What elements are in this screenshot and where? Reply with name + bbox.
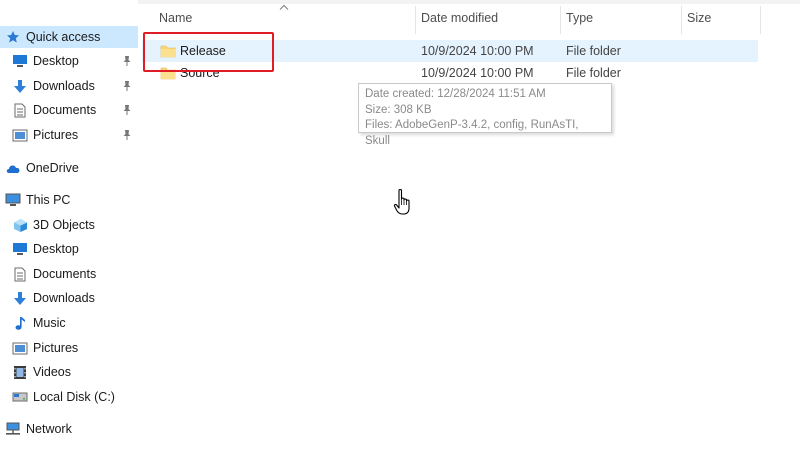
local-disk-icon <box>12 389 28 405</box>
navigation-pane: Quick access Desktop Downloads Documents… <box>0 0 138 450</box>
pictures-icon <box>12 127 28 143</box>
column-header-name[interactable]: Name <box>159 11 192 25</box>
nav-label: Quick access <box>26 30 101 44</box>
nav-label: This PC <box>26 193 71 207</box>
nav-this-pc[interactable]: This PC <box>0 189 138 211</box>
file-date-modified: 10/9/2024 10:00 PM <box>421 66 534 80</box>
3d-objects-icon <box>12 217 28 233</box>
column-divider[interactable] <box>560 6 561 34</box>
pin-icon[interactable] <box>122 129 132 141</box>
tooltip-size: Size: 308 KB <box>365 103 432 116</box>
nav-label: 3D Objects <box>33 218 95 232</box>
desktop-icon <box>12 241 28 257</box>
nav-network[interactable]: Network <box>0 418 138 440</box>
videos-icon <box>12 364 28 380</box>
nav-pc-3d-objects[interactable]: 3D Objects <box>0 214 138 236</box>
documents-icon <box>12 266 28 282</box>
file-type: File folder <box>566 66 621 80</box>
nav-label: OneDrive <box>26 161 79 175</box>
pin-icon[interactable] <box>122 104 132 116</box>
column-header-size[interactable]: Size <box>687 11 711 25</box>
nav-label: Network <box>26 422 72 436</box>
hand-cursor-icon <box>393 188 410 215</box>
nav-label: Music <box>33 316 66 330</box>
nav-pc-documents[interactable]: Documents <box>0 263 138 285</box>
folder-info-tooltip: Date created: 12/28/2024 11:51 AM Size: … <box>358 83 612 147</box>
sort-ascending-icon <box>279 4 289 10</box>
nav-label: Pictures <box>33 341 79 355</box>
nav-label: Videos <box>33 365 71 379</box>
pictures-icon <box>12 340 28 356</box>
nav-pc-local-disk[interactable]: Local Disk (C:) <box>0 386 138 408</box>
nav-label: Pictures <box>33 128 79 142</box>
documents-icon <box>12 102 28 118</box>
pin-icon[interactable] <box>122 80 132 92</box>
download-arrow-icon <box>12 78 28 94</box>
tooltip-files: Files: AdobeGenP-3.4.2, config, RunAsTI,… <box>365 119 579 147</box>
nav-pc-music[interactable]: Music <box>0 312 138 334</box>
nav-label: Desktop <box>33 54 79 68</box>
nav-pc-desktop[interactable]: Desktop <box>0 238 138 260</box>
column-divider[interactable] <box>415 6 416 34</box>
nav-label: Documents <box>33 267 97 281</box>
nav-qa-desktop[interactable]: Desktop <box>0 50 138 72</box>
star-icon <box>5 29 21 45</box>
nav-label: Local Disk (C:) <box>33 390 115 404</box>
nav-label: Desktop <box>33 242 79 256</box>
file-date-modified: 10/9/2024 10:00 PM <box>421 44 534 58</box>
nav-label: Downloads <box>33 291 95 305</box>
desktop-icon <box>12 53 28 69</box>
nav-label: Documents <box>33 103 97 117</box>
highlight-annotation-box <box>143 32 274 72</box>
nav-qa-downloads[interactable]: Downloads <box>0 75 138 97</box>
download-arrow-icon <box>12 290 28 306</box>
nav-pc-videos[interactable]: Videos <box>0 361 138 383</box>
tooltip-date-created: Date created: 12/28/2024 11:51 AM <box>365 88 546 100</box>
music-icon <box>12 315 28 331</box>
nav-qa-documents[interactable]: Documents <box>0 99 138 121</box>
nav-pc-pictures[interactable]: Pictures <box>0 337 138 359</box>
nav-pc-downloads[interactable]: Downloads <box>0 287 138 309</box>
nav-qa-pictures[interactable]: Pictures <box>0 124 138 146</box>
file-type: File folder <box>566 44 621 58</box>
column-header-type[interactable]: Type <box>566 11 593 25</box>
nav-onedrive[interactable]: OneDrive <box>0 157 138 179</box>
column-header-date-modified[interactable]: Date modified <box>421 11 498 25</box>
column-divider[interactable] <box>681 6 682 34</box>
onedrive-cloud-icon <box>5 160 21 176</box>
network-icon <box>5 421 21 437</box>
computer-icon <box>5 192 21 208</box>
column-divider[interactable] <box>760 6 761 34</box>
nav-label: Downloads <box>33 79 95 93</box>
pin-icon[interactable] <box>122 55 132 67</box>
nav-quick-access[interactable]: Quick access <box>0 26 138 48</box>
